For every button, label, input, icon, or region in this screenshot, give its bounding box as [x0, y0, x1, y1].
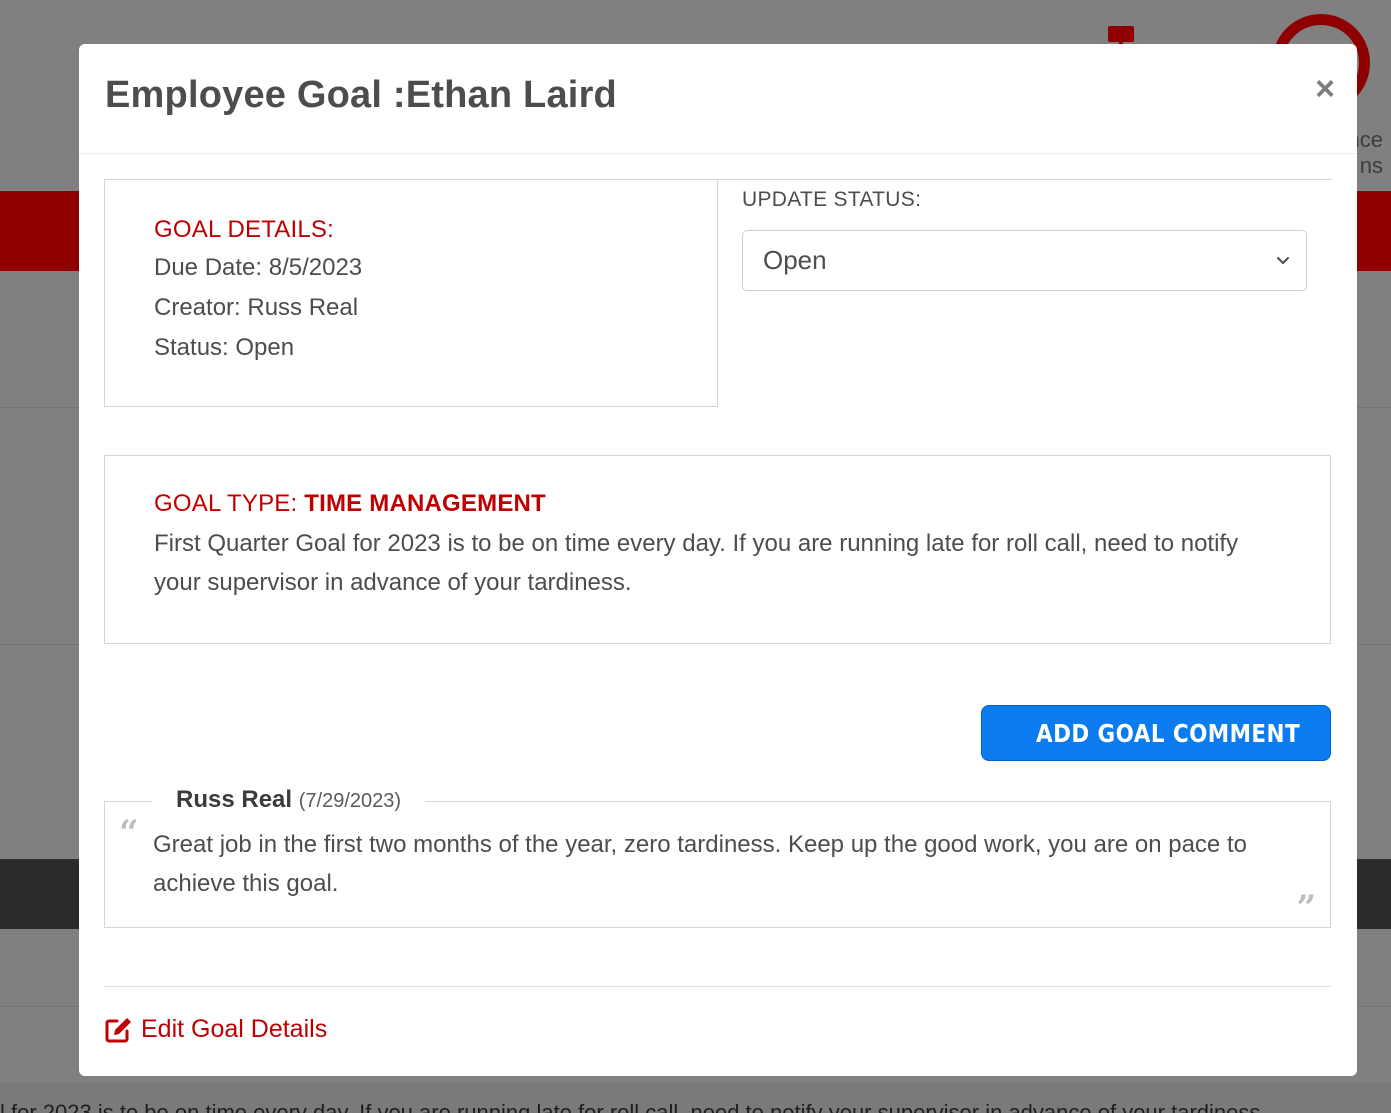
- update-status-label: UPDATE STATUS:: [742, 188, 922, 211]
- chevron-down-icon: [1277, 257, 1289, 264]
- comment-author: Russ Real: [176, 786, 293, 813]
- quote-close-icon: ”: [1296, 888, 1316, 928]
- comment-header: Russ Real (7/29/2023): [152, 786, 426, 814]
- quote-open-icon: “: [119, 813, 139, 853]
- close-icon[interactable]: ×: [1315, 72, 1335, 106]
- background-nav-icon: [1108, 26, 1134, 49]
- goal-type-label: GOAL TYPE:: [154, 490, 305, 517]
- update-status-select[interactable]: Open: [742, 230, 1307, 291]
- due-date-text: Due Date: 8/5/2023: [154, 254, 363, 281]
- goal-description: First Quarter Goal for 2023 is to be on …: [154, 530, 1239, 596]
- goal-type-panel: GOAL TYPE: TIME MANAGEMENT First Quarter…: [104, 455, 1331, 644]
- update-status-divider: [718, 179, 1332, 180]
- comment-date: (7/29/2023): [298, 790, 402, 812]
- add-goal-comment-label: ADD GOAL COMMENT: [1036, 718, 1301, 748]
- status-select-value: Open: [763, 245, 827, 275]
- creator-text: Creator: Russ Real: [154, 294, 359, 321]
- background-bottom-text: l for 2023 is to be on time every day. I…: [0, 1100, 1267, 1113]
- background-nav-text: ns: [1359, 153, 1383, 178]
- edit-icon: [105, 1017, 131, 1042]
- add-goal-comment-button[interactable]: ADD GOAL COMMENT: [981, 705, 1331, 761]
- comment-text: Great job in the first two months of the…: [153, 831, 1247, 897]
- goal-comment: Russ Real (7/29/2023) “ Great job in the…: [104, 786, 1331, 928]
- goal-type-value: TIME MANAGEMENT: [304, 490, 546, 517]
- goal-details-heading: GOAL DETAILS:: [154, 216, 334, 243]
- edit-goal-details-link[interactable]: Edit Goal Details: [104, 1015, 327, 1044]
- status-text: Status: Open: [154, 334, 295, 361]
- employee-goal-modal: Employee Goal :Ethan Laird × GOAL DETAIL…: [79, 44, 1357, 1076]
- modal-title: Employee Goal :Ethan Laird: [105, 74, 617, 116]
- footer-divider: [104, 986, 1331, 987]
- modal-header: Employee Goal :Ethan Laird ×: [79, 44, 1357, 154]
- goal-details-panel: GOAL DETAILS: Due Date: 8/5/2023 Creator…: [104, 179, 718, 407]
- edit-goal-details-label: Edit Goal Details: [141, 1015, 328, 1043]
- goal-type-heading: GOAL TYPE: TIME MANAGEMENT: [154, 490, 1330, 518]
